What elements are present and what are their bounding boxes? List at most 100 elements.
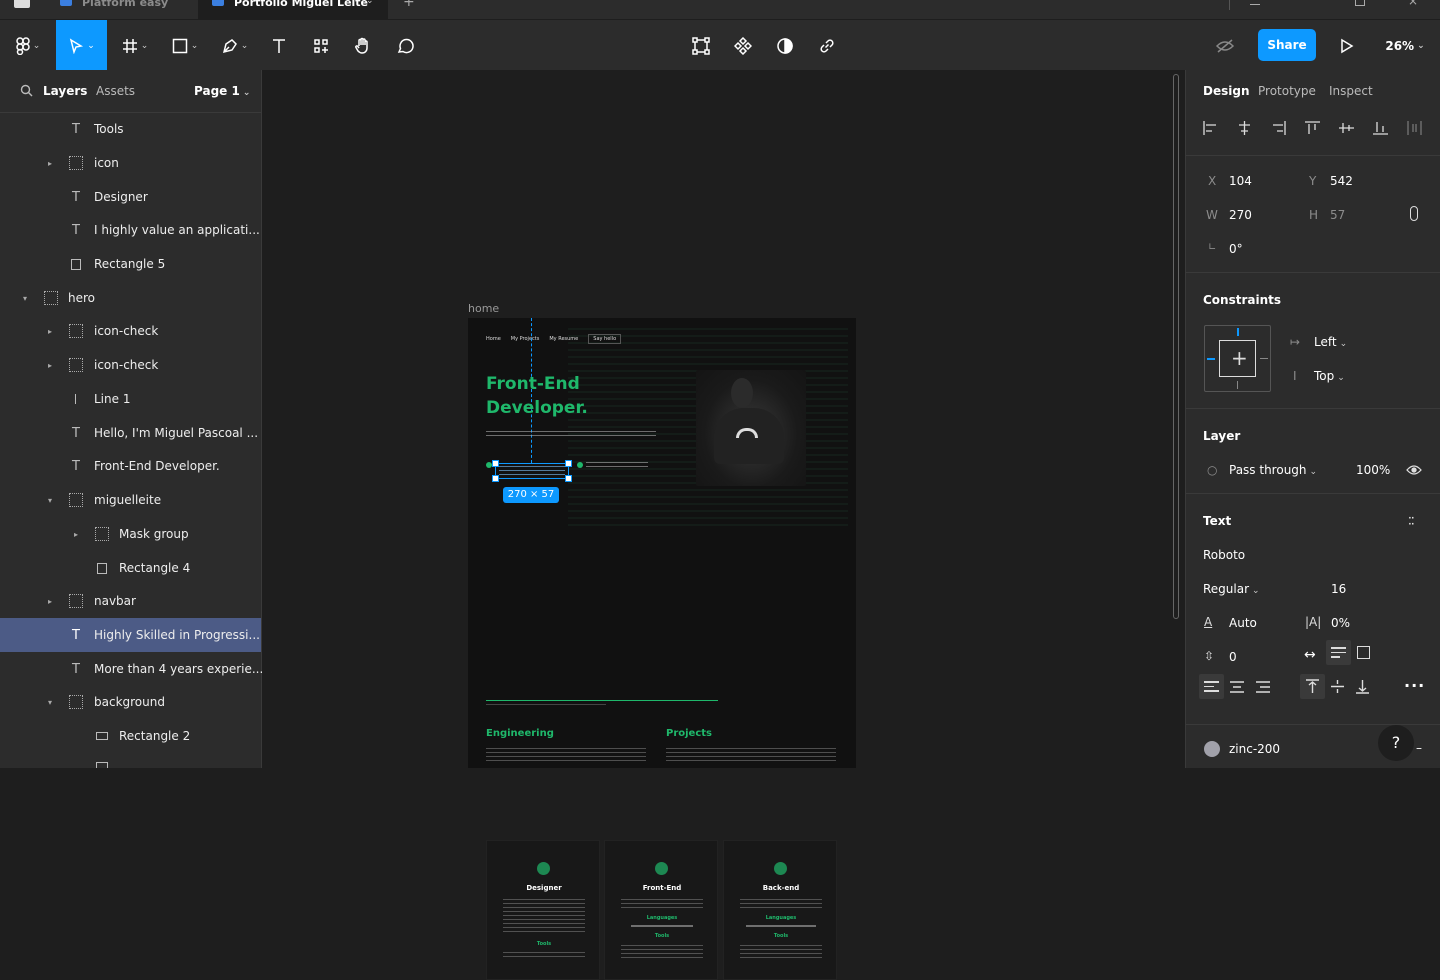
align-text-middle-icon[interactable] <box>1331 679 1344 694</box>
expand-arrow-icon[interactable]: ▸ <box>48 159 52 168</box>
home-frame[interactable]: Home My Projects My Resume Say hello Fro… <box>468 318 856 980</box>
remove-fill-icon[interactable]: – <box>1416 741 1422 755</box>
layer-item[interactable]: Line 1 <box>0 382 261 416</box>
layer-item[interactable]: T Hello, I'm Miguel Pascoal ... <box>0 416 261 450</box>
help-button[interactable]: ? <box>1378 725 1414 761</box>
resources-button[interactable] <box>306 20 336 71</box>
constrain-proportions-icon[interactable] <box>1410 206 1418 221</box>
resize-handle[interactable] <box>492 460 499 467</box>
vertical-constraint-dropdown[interactable]: Top ⌄ <box>1314 369 1345 383</box>
layer-item[interactable]: Rectangle 5 <box>0 247 261 281</box>
link-button[interactable] <box>812 20 842 71</box>
opacity-input[interactable]: 100% <box>1356 463 1390 477</box>
chevron-down-icon[interactable]: ⌄ <box>366 0 374 6</box>
layer-item[interactable]: ▸ Mask group <box>0 517 261 551</box>
auto-height-icon[interactable] <box>1326 640 1351 665</box>
font-family-dropdown[interactable]: Roboto <box>1203 548 1245 562</box>
zoom-dropdown[interactable]: 26% ⌄ <box>1380 20 1430 71</box>
constraint-bottom-bar[interactable] <box>1237 381 1238 389</box>
visibility-button[interactable] <box>1210 20 1240 71</box>
letter-spacing-input[interactable]: 0% <box>1331 616 1350 630</box>
layer-item[interactable]: ▸ navbar <box>0 584 261 618</box>
align-text-top-icon[interactable] <box>1300 674 1325 699</box>
eye-icon[interactable] <box>1406 464 1422 476</box>
layer-item[interactable]: ▸ icon <box>0 146 261 180</box>
tab-inspect[interactable]: Inspect <box>1329 84 1373 98</box>
layer-item[interactable]: ▸ icon-check <box>0 348 261 382</box>
move-tool-button[interactable]: ⌄ <box>56 20 107 71</box>
x-input[interactable]: 104 <box>1229 174 1252 188</box>
layer-item[interactable]: ▾ background <box>0 685 261 719</box>
font-size-input[interactable]: 16 <box>1331 582 1346 596</box>
tab-design[interactable]: Design <box>1203 84 1250 98</box>
hand-tool-button[interactable] <box>348 20 378 71</box>
page-selector[interactable]: Page 1 ⌄ <box>194 84 250 98</box>
search-icon[interactable] <box>20 84 33 100</box>
align-vertical-center-icon[interactable] <box>1338 120 1355 136</box>
minimize-icon[interactable] <box>1250 0 1260 5</box>
frame-tool-button[interactable]: ⌄ <box>114 20 156 71</box>
layer-item-partial[interactable] <box>0 753 261 768</box>
share-button[interactable]: Share <box>1258 29 1316 61</box>
font-weight-dropdown[interactable]: Regular ⌄ <box>1203 582 1260 596</box>
expand-arrow-icon[interactable]: ▸ <box>48 597 52 606</box>
crop-button[interactable] <box>686 20 716 71</box>
expand-arrow-icon[interactable]: ▸ <box>74 530 78 539</box>
nav-resume[interactable]: My Resume <box>549 336 578 342</box>
layer-item-selected[interactable]: T Highly Skilled in Progressi... <box>0 618 261 652</box>
expand-arrow-icon[interactable]: ▸ <box>48 361 52 370</box>
layer-item[interactable]: ▾ hero <box>0 281 261 315</box>
home-icon[interactable] <box>14 0 30 8</box>
rotation-input[interactable]: 0° <box>1229 242 1243 256</box>
layer-item[interactable]: T Designer <box>0 180 261 214</box>
shape-tool-button[interactable]: ⌄ <box>164 20 206 71</box>
layer-item[interactable]: Rectangle 2 <box>0 719 261 753</box>
fill-style-name[interactable]: zinc-200 <box>1229 742 1280 756</box>
create-component-button[interactable] <box>728 20 758 71</box>
resize-handle[interactable] <box>565 460 572 467</box>
frame-label[interactable]: home <box>468 302 499 315</box>
resize-handle[interactable] <box>565 475 572 482</box>
layer-item[interactable]: Rectangle 4 <box>0 551 261 585</box>
text-style-grid-icon[interactable]: ·· ·· <box>1408 512 1415 530</box>
canvas-scrollbar[interactable] <box>1173 74 1179 619</box>
tab-prototype[interactable]: Prototype <box>1258 84 1316 98</box>
present-button[interactable] <box>1332 20 1362 71</box>
paragraph-spacing-input[interactable]: 0 <box>1229 650 1237 664</box>
align-text-center-icon[interactable] <box>1230 681 1244 693</box>
maximize-icon[interactable] <box>1355 0 1365 6</box>
align-text-bottom-icon[interactable] <box>1356 679 1369 694</box>
constraint-left-bar[interactable] <box>1207 358 1215 360</box>
layer-item[interactable]: T Front-End Developer. <box>0 449 261 483</box>
h-input[interactable]: 57 <box>1330 208 1345 222</box>
fill-swatch[interactable] <box>1204 741 1220 757</box>
line-height-input[interactable]: Auto <box>1229 616 1257 630</box>
expand-arrow-icon[interactable]: ▸ <box>48 327 52 336</box>
layer-item[interactable]: ▾ miguelleite <box>0 483 261 517</box>
add-tab-icon[interactable]: + <box>403 0 415 10</box>
tab-portfolio[interactable]: Portfolio Miguel Leite <box>198 0 388 19</box>
align-bottom-icon[interactable] <box>1372 120 1389 136</box>
constraint-top-bar[interactable] <box>1237 328 1239 336</box>
comment-tool-button[interactable] <box>390 20 420 71</box>
blend-mode-dropdown[interactable]: Pass through ⌄ <box>1229 463 1317 477</box>
layer-item[interactable]: T Tools <box>0 112 261 146</box>
mask-button[interactable] <box>770 20 800 71</box>
selected-text-box[interactable] <box>492 460 572 482</box>
w-input[interactable]: 270 <box>1229 208 1252 222</box>
align-top-icon[interactable] <box>1304 120 1321 136</box>
nav-home[interactable]: Home <box>486 336 501 342</box>
collapse-arrow-icon[interactable]: ▾ <box>48 698 52 707</box>
align-horizontal-center-icon[interactable] <box>1236 120 1253 136</box>
fixed-size-icon[interactable] <box>1357 646 1370 659</box>
auto-width-icon[interactable]: ↔ <box>1304 647 1316 663</box>
align-text-left-icon[interactable] <box>1199 674 1224 699</box>
collapse-arrow-icon[interactable]: ▾ <box>48 496 52 505</box>
constraint-right-bar[interactable] <box>1260 358 1268 359</box>
resize-handle[interactable] <box>492 475 499 482</box>
layer-item[interactable]: ▸ icon-check <box>0 314 261 348</box>
constraints-widget[interactable]: + <box>1204 325 1271 392</box>
pen-tool-button[interactable]: ⌄ <box>214 20 256 71</box>
more-options-icon[interactable]: ··· <box>1404 676 1425 695</box>
tab-assets[interactable]: Assets <box>96 84 135 98</box>
